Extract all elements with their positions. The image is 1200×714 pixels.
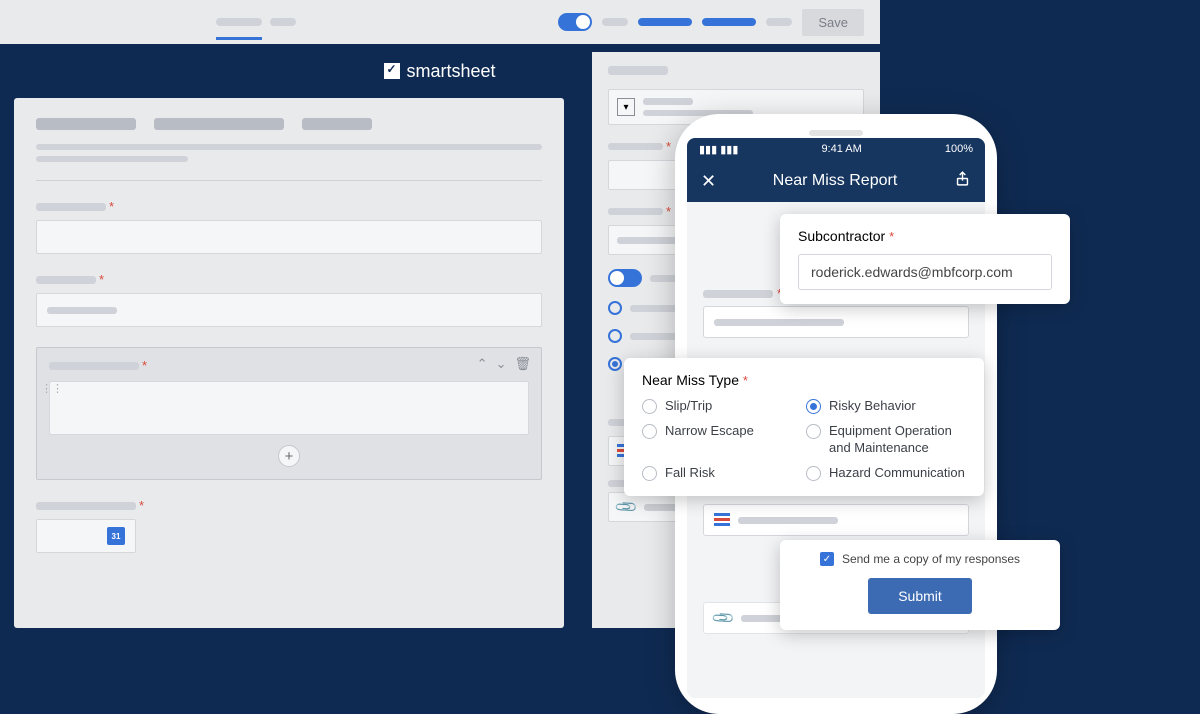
required-asterisk: * [889,229,894,244]
form-subtitle-placeholder [154,118,284,130]
near-miss-type-card: Near Miss Type * Slip/Trip Risky Behavio… [624,358,984,496]
builder-toolbar: Save [0,0,880,44]
field-block[interactable]: * [36,199,542,254]
radio-slip-trip[interactable]: Slip/Trip [642,398,792,415]
radio-option-selected[interactable] [608,357,622,371]
save-button[interactable]: Save [802,9,864,36]
radio-equipment[interactable]: Equipment Operation and Maintenance [806,423,966,457]
radio-option[interactable] [608,329,622,343]
drag-handle-icon[interactable]: ⋮⋮ [41,382,63,395]
field-editing-block[interactable]: ⋮⋮ ⌃ ⌄ 🗑 * + [36,347,542,480]
send-copy-row[interactable]: ✓ Send me a copy of my responses [796,552,1044,566]
phone-speaker [809,130,863,136]
delete-icon[interactable]: 🗑 [514,356,531,372]
radio-option[interactable] [608,301,622,315]
date-input[interactable]: 31 [36,519,136,553]
tab-group [216,18,296,26]
nav-bar: ✕ Near Miss Report [687,160,985,202]
form-meta-placeholder [302,118,372,130]
subcontractor-card: Subcontractor * roderick.edwards@mbfcorp… [780,214,1070,304]
smartsheet-logo-icon [384,63,400,79]
text-input[interactable] [36,293,542,327]
move-up-icon[interactable]: ⌃ [477,356,488,372]
dropdown-icon: ▾ [617,98,635,116]
status-bar: ▮▮▮ ▮▮▮ 9:41 AM 100% [687,138,985,160]
attachment-icon: 📎 [710,605,736,631]
phone-date-input[interactable] [703,504,969,536]
progress-segment [602,18,628,26]
field-block[interactable]: * [36,272,542,327]
status-time: 9:41 AM [821,143,861,155]
toggle-option[interactable] [608,269,642,287]
near-miss-label: Near Miss Type * [642,372,966,388]
status-battery: 100% [945,143,973,155]
field-block[interactable]: * 31 [36,498,542,553]
move-down-icon[interactable]: ⌄ [496,356,507,372]
phone-input[interactable] [703,306,969,338]
share-icon[interactable] [954,170,971,192]
add-field-button[interactable]: + [278,445,300,467]
date-grid-icon [714,513,730,527]
screen-title: Near Miss Report [773,172,897,190]
checkbox-checked-icon[interactable]: ✓ [820,552,834,566]
brand-name: smartsheet [406,61,495,82]
attachment-icon: 📎 [613,494,639,520]
form-title-placeholder [36,118,136,130]
description-line [36,144,542,150]
required-asterisk: * [109,199,114,214]
description-line [36,156,188,162]
tab-1[interactable] [216,18,262,26]
textarea-input[interactable] [49,381,529,435]
submit-button[interactable]: Submit [868,578,972,614]
tab-2[interactable] [270,18,296,26]
radio-hazard-comm[interactable]: Hazard Communication [806,465,966,482]
divider [36,180,542,181]
form-builder-panel: * * ⋮⋮ ⌃ ⌄ 🗑 * + * 31 [14,98,564,628]
radio-fall-risk[interactable]: Fall Risk [642,465,792,482]
progress-segment [766,18,792,26]
close-icon[interactable]: ✕ [701,171,716,192]
submit-card: ✓ Send me a copy of my responses Submit [780,540,1060,630]
calendar-icon: 31 [107,527,125,545]
progress-segment [702,18,756,26]
radio-risky-behavior[interactable]: Risky Behavior [806,398,966,415]
publish-toggle[interactable] [558,13,592,31]
signal-icon: ▮▮▮ ▮▮▮ [699,143,738,156]
send-copy-label: Send me a copy of my responses [842,552,1020,566]
text-input[interactable] [36,220,542,254]
subcontractor-input[interactable]: roderick.edwards@mbfcorp.com [798,254,1052,290]
radio-narrow-escape[interactable]: Narrow Escape [642,423,792,457]
progress-segment [638,18,692,26]
subcontractor-label: Subcontractor * [798,228,1052,244]
